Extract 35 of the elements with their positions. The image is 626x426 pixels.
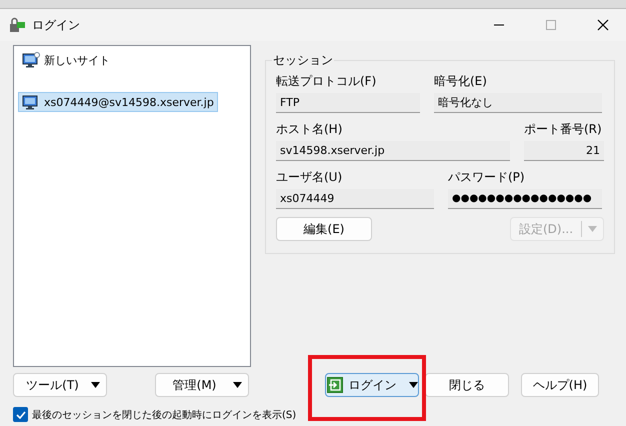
close-icon [597,19,609,31]
lock-computer-icon [8,16,26,34]
dropdown-button[interactable]: 管理(M) [155,373,249,397]
caret-icon [408,382,418,388]
site-item[interactable]: xs074449@sv14598.xserver.jp [18,92,218,112]
dropdown-button[interactable]: ツール(T) [13,373,107,397]
caret-icon [91,382,100,388]
caret-icon [233,382,242,388]
edit-button[interactable]: 編集(E) [276,217,372,241]
checkbox[interactable] [13,407,28,422]
field-label: ホスト名(H) [276,121,344,138]
password-field[interactable]: ●●●●●●●●●●●●●●●● [448,189,602,209]
field-label: 暗号化(E) [434,73,488,90]
dialog-button[interactable]: ヘルプ(H) [521,373,599,397]
login-button[interactable]: ログイン [325,373,419,397]
maximize-icon [546,20,556,30]
port-field[interactable]: 21 [524,141,604,161]
enter-icon [326,377,342,393]
input-field[interactable]: xs074449 [276,189,434,209]
checkbox-label[interactable]: 最後のセッションを閉じた後の起動時にログインを表示(S) [32,408,296,422]
field-label: パスワード(P) [448,169,526,186]
input-field[interactable]: sv14598.xserver.jp [276,141,510,161]
dialog-button[interactable]: 閉じる [425,373,509,397]
input-field[interactable]: FTP [276,93,420,113]
field-label: ポート番号(R) [524,121,603,138]
check-icon [16,410,26,418]
site-item[interactable]: 新しいサイト [18,50,114,70]
input-field[interactable]: 暗号化なし [434,93,602,113]
new-computer-icon [22,52,40,68]
field-label: ユーザ名(U) [276,169,344,186]
caret-icon [588,226,597,232]
field-label: 転送プロトコル(F) [276,73,378,90]
window-title: ログイン [32,16,81,34]
computer-icon [22,94,40,110]
group-title: セッション [272,52,334,69]
